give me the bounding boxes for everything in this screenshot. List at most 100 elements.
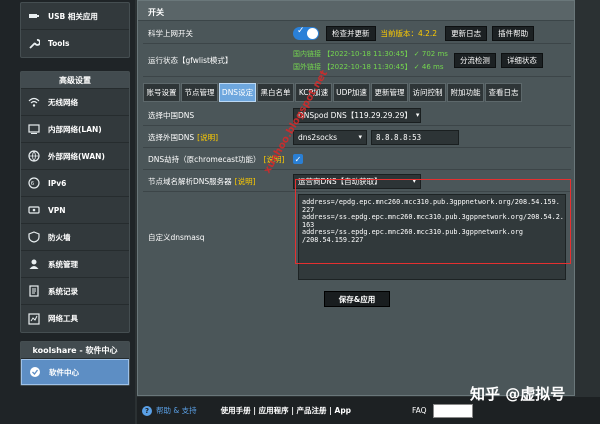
foreign-dns-label-wrap: 选择外国DNS [说明] (143, 132, 293, 143)
proxy-switch-row: 科学上网开关 ✓ 检查并更新 当前版本：4.2.2 更新日志 插件帮助 (143, 23, 571, 44)
faq-search-input[interactable] (433, 404, 473, 418)
koolshare-header: koolshare - 软件中心 (21, 342, 129, 359)
detail-status-button[interactable]: 详细状态 (500, 53, 543, 68)
node-dns-select[interactable]: 运营商DNS【自动获取】 ▾ (293, 173, 421, 189)
sidebar-item-ipv6[interactable]: 6 IPv6 (21, 170, 129, 197)
footer-links[interactable]: 使用手册 | 应用程序 | 产品注册 | App (221, 405, 351, 416)
sidebar-item-wan[interactable]: 外部网络(WAN) (21, 143, 129, 170)
wifi-icon (27, 95, 41, 109)
run-status-label: 运行状态【gfwlist模式】 (148, 56, 233, 65)
sidebar-item-network-tools[interactable]: 网络工具 (21, 305, 129, 332)
changelog-button[interactable]: 更新日志 (445, 25, 488, 41)
dns-hijack-label: DNS劫持（原chromecast功能） (148, 154, 261, 164)
faq-label: FAQ (412, 406, 427, 415)
dns-hijack-row: DNS劫持（原chromecast功能） [说明] ✓ (143, 149, 571, 170)
globe-icon (27, 149, 41, 163)
tab-logs[interactable]: 查看日志 (485, 83, 522, 102)
tab-blackwhite-list[interactable]: 黑白名单 (257, 83, 294, 102)
sidebar-item-tools[interactable]: Tools (21, 30, 129, 57)
check-icon: ✓ (297, 25, 305, 36)
run-status-row: 运行状态【gfwlist模式】 国内链接 【2022-10-18 11:30:4… (143, 45, 571, 77)
version-label: 当前版本：4.2.2 (380, 28, 438, 38)
sidebar-item-admin[interactable]: 系统管理 (21, 251, 129, 278)
node-dns-label-wrap: 节点域名解析DNS服务器 [说明] (143, 176, 293, 187)
shunt-check-button[interactable]: 分流检测 (453, 53, 496, 68)
china-dns-value: DNSpod DNS【119.29.29.29】 (298, 110, 412, 120)
tab-update[interactable]: 更新管理 (371, 83, 408, 102)
sidebar-item-logs[interactable]: 系统记录 (21, 278, 129, 305)
sidebar-item-label: 无线网络 (48, 97, 78, 107)
tab-access-control[interactable]: 访问控制 (409, 83, 446, 102)
help-support-link[interactable]: ? 帮助 & 支持 (142, 405, 197, 416)
sidebar: USB 相关应用 Tools 高级设置 无线网络 内部网络(LAN) 外部网络(… (0, 0, 135, 424)
china-dns-select[interactable]: DNSpod DNS【119.29.29.29】 ▾ (293, 107, 421, 123)
sidebar-item-software-center[interactable]: 软件中心 (21, 359, 129, 385)
help-icon: ? (142, 405, 152, 416)
foreign-dns-explain-link[interactable]: [说明] (197, 133, 218, 142)
sidebar-item-firewall[interactable]: 防火墙 (21, 224, 129, 251)
sidebar-item-lan[interactable]: 内部网络(LAN) (21, 116, 129, 143)
sidebar-item-usb-apps[interactable]: USB 相关应用 (21, 3, 129, 30)
sidebar-item-label: 外部网络(WAN) (48, 151, 105, 161)
sidebar-item-wireless[interactable]: 无线网络 (21, 89, 129, 116)
foreign-status: 国外链接 【2022-10-18 11:30:45】 ✓ 46 ms (293, 63, 444, 71)
node-dns-row: 节点域名解析DNS服务器 [说明] 运营商DNS【自动获取】 ▾ (143, 171, 571, 192)
sidebar-item-label: 防火墙 (48, 232, 71, 242)
sidebar-item-label: VPN (48, 205, 66, 215)
software-center-icon (28, 365, 42, 379)
sidebar-item-label: Tools (48, 39, 70, 48)
svg-text:6: 6 (31, 181, 35, 187)
admin-icon (27, 257, 41, 271)
node-dns-value: 运营商DNS【自动获取】 (298, 176, 382, 186)
help-support-label: 帮助 & 支持 (156, 406, 197, 415)
proxy-toggle[interactable]: ✓ (293, 25, 319, 40)
wrench-icon (27, 37, 41, 51)
node-dns-label: 节点域名解析DNS服务器 (148, 176, 232, 186)
china-dns-label: 选择中国DNS (148, 110, 195, 120)
foreign-dns-server-input[interactable]: 8.8.8.8:53 (371, 129, 459, 145)
sidebar-item-vpn[interactable]: VPN (21, 197, 129, 224)
sidebar-item-label: USB 相关应用 (48, 11, 98, 21)
chevron-down-icon: ▾ (415, 111, 420, 119)
lan-icon (27, 122, 41, 136)
usb-icon (27, 9, 41, 23)
save-apply-button[interactable]: 保存&应用 (324, 291, 390, 307)
china-dns-row: 选择中国DNS DNSpod DNS【119.29.29.29】 ▾ (143, 105, 571, 126)
domestic-status: 国内链接 【2022-10-18 11:30:45】 ✓ 702 ms (293, 50, 448, 58)
tab-bar: 账号设置 节点管理 DNS设定 黑白名单 KCP加速 UDP加速 更新管理 访问… (143, 83, 571, 102)
sidebar-item-label: 系统管理 (48, 259, 78, 269)
panel-title: 开关 (138, 1, 574, 21)
sidebar-item-label: 网络工具 (48, 314, 78, 323)
plugin-help-button[interactable]: 插件帮助 (492, 25, 535, 41)
sidebar-item-label: 系统记录 (48, 286, 78, 296)
dns-hijack-checkbox[interactable]: ✓ (293, 154, 303, 164)
chevron-down-icon: ▾ (412, 177, 416, 185)
advanced-settings-header: 高级设置 (21, 72, 129, 89)
foreign-dns-label: 选择外国DNS (148, 132, 195, 142)
tab-extra[interactable]: 附加功能 (447, 83, 484, 102)
sidebar-item-label: IPv6 (48, 178, 67, 188)
check-update-button[interactable]: 检查并更新 (326, 25, 376, 41)
main-panel: 开关 科学上网开关 ✓ 检查并更新 当前版本：4.2.2 更新日志 插件帮助 运… (137, 0, 575, 396)
tab-udp[interactable]: UDP加速 (333, 83, 370, 102)
tab-nodes[interactable]: 节点管理 (181, 83, 218, 102)
proxy-switch-label: 科学上网开关 (148, 28, 193, 38)
sidebar-item-label: 软件中心 (49, 367, 79, 377)
tab-dns[interactable]: DNS设定 (219, 83, 256, 102)
foreign-dns-select[interactable]: dns2socks ▾ (293, 129, 367, 145)
foreign-dns-row: 选择外国DNS [说明] dns2socks ▾ 8.8.8.8:53 (143, 127, 571, 148)
dnsmasq-line: address=/ss.epdg.epc.mnc260.mcc310.pub.3… (302, 213, 564, 222)
sidebar-item-label: 内部网络(LAN) (48, 124, 102, 134)
advanced-menu: 高级设置 无线网络 内部网络(LAN) 外部网络(WAN) 6 IPv6 VPN… (20, 71, 130, 333)
custom-dnsmasq-label: 自定义dnsmasq (148, 233, 205, 242)
tab-account[interactable]: 账号设置 (143, 83, 180, 102)
foreign-dns-value: dns2socks (298, 132, 338, 142)
dnsmasq-line: /208.54.159.227 (302, 235, 364, 244)
firewall-icon (27, 230, 41, 244)
network-tools-icon (27, 312, 41, 326)
custom-dnsmasq-textarea[interactable]: address=/epdg.epc.mnc260.mcc310.pub.3gpp… (298, 194, 566, 280)
dnsmasq-line: address=/epdg.epc.mnc260.mcc310.pub.3gpp… (302, 198, 560, 206)
koolshare-menu: koolshare - 软件中心 软件中心 (20, 341, 130, 386)
node-dns-explain-link[interactable]: [说明] (235, 177, 256, 186)
vpn-icon (27, 203, 41, 217)
